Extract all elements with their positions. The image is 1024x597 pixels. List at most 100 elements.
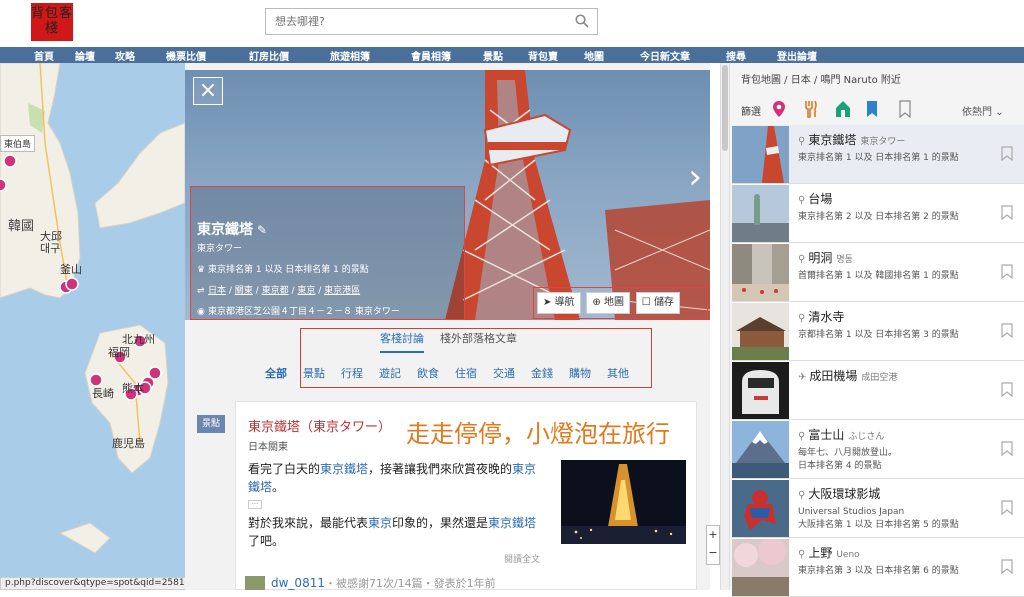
- bookmark-icon[interactable]: [1001, 264, 1013, 279]
- nav-spots[interactable]: 景點: [483, 48, 503, 63]
- nav-photos[interactable]: 旅遊相簿: [330, 48, 370, 63]
- nav-guides[interactable]: 攻略: [115, 48, 135, 63]
- airplane-icon: ✈: [798, 372, 807, 383]
- edit-icon[interactable]: ✎: [257, 223, 267, 237]
- bookmark-icon[interactable]: [1001, 146, 1013, 161]
- list-item[interactable]: ⚲ 東京鐵塔 東京タワー 東京排名第 1 以及 日本排名第 1 的景點: [732, 125, 1024, 184]
- list-item[interactable]: ⚲ 清水寺 京都排名第 1 以及 日本排名第 3 的景點: [732, 302, 1024, 361]
- tab-external-blogs[interactable]: 棧外部落格文章: [440, 330, 517, 346]
- author-name[interactable]: dw_0811: [271, 576, 325, 590]
- bookmark-icon[interactable]: [1001, 500, 1013, 515]
- list-item[interactable]: ⚲ 富士山 ふじさん 每年七、八月開放登山。 日本排名第 4 的景點: [732, 420, 1024, 479]
- saved-filter-icon[interactable]: [899, 100, 915, 119]
- chevron-down-icon: ⌄: [995, 107, 1004, 118]
- cat-money[interactable]: 金錢: [531, 365, 553, 381]
- top-header: 背包客棧: [0, 0, 1024, 47]
- location-pin-icon: ⚲: [798, 195, 806, 206]
- spot-thumbnail: [732, 539, 789, 596]
- nav-backpacker-sale[interactable]: 背包賣: [528, 48, 558, 63]
- post-card[interactable]: 東京鐵塔（東京タワー） 日本關東 走走停停，小燈泡在旅行 看完了白天的東京鐵塔，…: [235, 401, 697, 590]
- spot-path: ⇌ 日本 / 關東 / 東京都 / 東京 / 東京港區: [197, 286, 361, 296]
- food-filter-icon[interactable]: [804, 100, 820, 118]
- path-kanto[interactable]: 關東: [235, 286, 253, 296]
- bookmark-filter-icon[interactable]: [866, 100, 882, 118]
- spot-desc: 每年七、八月開放登山。 日本排名第 4 的景點: [798, 448, 898, 471]
- post-thumbnail[interactable]: [561, 460, 686, 544]
- spot-pin-filter-icon[interactable]: [772, 100, 788, 118]
- tab-discussion[interactable]: 客棧討論: [380, 330, 424, 346]
- main-nav: 首頁 論壇 攻略 機票比價 訂房比價 旅遊相簿 會員相簿 景點 背包賣 地圖 今…: [0, 47, 1024, 63]
- bookmark-icon[interactable]: [1001, 323, 1013, 338]
- path-japan[interactable]: 日本: [208, 286, 226, 296]
- nav-forum[interactable]: 論壇: [75, 48, 95, 63]
- spot-thumbnail: [732, 303, 789, 360]
- save-button[interactable]: ☐ 儲存: [635, 292, 680, 314]
- nav-logout[interactable]: 登出論壇: [777, 48, 817, 63]
- spot-list: ⚲ 東京鐵塔 東京タワー 東京排名第 1 以及 日本排名第 1 的景點 ⚲ 台場 東京…: [732, 125, 1024, 597]
- cat-other[interactable]: 其他: [607, 365, 629, 381]
- cat-transport[interactable]: 交通: [493, 365, 515, 381]
- list-item[interactable]: ✈ 成田機場 成田空港: [732, 361, 1024, 420]
- nav-home[interactable]: 首頁: [34, 48, 54, 63]
- bookmark-icon[interactable]: [1001, 205, 1013, 220]
- location-pin-icon: ◉: [197, 307, 205, 317]
- spot-subtitle: 東京タワー: [197, 244, 243, 254]
- cat-travelogue[interactable]: 遊記: [379, 365, 401, 381]
- spot-list-panel: 背包地圖 / 日本 / 鳴門 Naruto 附近 篩選 依熱門 ⌄ ⚲ 東京鐵塔東…: [720, 63, 1024, 597]
- bookmark-icon[interactable]: [1001, 382, 1013, 397]
- navigate-button[interactable]: ➤ 導航: [537, 292, 581, 314]
- sort-dropdown[interactable]: 依熱門 ⌄: [962, 103, 1004, 118]
- post-paragraph-2: 對於我來說，最能代表東京印象的，果然還是東京鐵塔了吧。: [248, 516, 537, 548]
- read-more-link[interactable]: 閱讀全文: [504, 552, 540, 565]
- cat-all[interactable]: 全部: [265, 365, 287, 381]
- expand-ellipsis[interactable]: ···: [248, 500, 262, 509]
- map-label-korea: 韓國: [8, 219, 35, 234]
- list-item[interactable]: ⚲ 台場 東京排名第 2 以及 日本排名第 2 的景點: [732, 184, 1024, 243]
- breadcrumb[interactable]: 背包地圖 / 日本 / 鳴門 Naruto 附近: [741, 71, 901, 86]
- spot-info-box: 東京鐵塔 ✎ 東京タワー ♛ 東京排名第 1 以及 日本排名第 1 的景點 ⇌ 日本 …: [190, 186, 465, 320]
- close-button[interactable]: ×: [193, 77, 223, 105]
- bookmark-icon[interactable]: [1001, 559, 1013, 574]
- scrollbar[interactable]: [721, 63, 730, 590]
- spot-name: ⚲ 上野 Ueno: [798, 546, 860, 560]
- nav-hotels[interactable]: 訂房比價: [249, 48, 289, 63]
- location-pin-icon: ⚲: [798, 431, 806, 442]
- lodging-filter-icon[interactable]: [835, 100, 851, 118]
- spot-desc: Universal Studios Japan 大阪排名第 1 以及 日本排名第…: [798, 507, 959, 530]
- spot-name: ⚲ 富士山 ふじさん: [798, 428, 885, 442]
- nav-search[interactable]: 搜尋: [726, 48, 746, 63]
- hero-photo: × › 東京鐵塔 ✎ 東京タワー ♛ 東京排名第 1 以及 日本排名第 1 的景點 …: [185, 70, 710, 320]
- path-minato[interactable]: 東京港區: [324, 286, 360, 296]
- cat-itinerary[interactable]: 行程: [341, 365, 363, 381]
- list-item[interactable]: ⚲ 明洞 명동 首爾排名第 1 以及 韓國排名第 1 的景點: [732, 243, 1024, 302]
- map-button[interactable]: ⊕ 地圖: [586, 292, 630, 314]
- map-label-busan: 釜山: [60, 263, 82, 276]
- cat-spots[interactable]: 景點: [303, 365, 325, 381]
- status-url: p.php?discover&qtype=spot&qid=2581: [0, 577, 190, 590]
- nav-new-posts[interactable]: 今日新文章: [640, 48, 690, 63]
- cat-lodging[interactable]: 住宿: [455, 365, 477, 381]
- map-popup-label[interactable]: 東伯島: [0, 135, 36, 152]
- cat-food[interactable]: 飲食: [417, 365, 439, 381]
- post-title[interactable]: 東京鐵塔（東京タワー）: [248, 416, 391, 435]
- path-tokyo-to[interactable]: 東京都: [262, 286, 289, 296]
- spot-name: ✈ 成田機場 成田空港: [798, 369, 898, 383]
- path-tokyo[interactable]: 東京: [297, 286, 315, 296]
- nav-map[interactable]: 地圖: [584, 48, 604, 63]
- next-photo-arrow[interactable]: ›: [688, 160, 702, 194]
- list-item[interactable]: ⚲ 大阪環球影城 Universal Studios Japan 大阪排名第 1 …: [732, 479, 1024, 538]
- map-label-kumamoto: 熊本: [122, 382, 144, 395]
- cat-shopping[interactable]: 購物: [569, 365, 591, 381]
- bookmark-icon[interactable]: [1001, 441, 1013, 456]
- list-item[interactable]: ⚲ 上野 Ueno 東京排名第 3 以及 日本排名第 6 的景點: [732, 538, 1024, 597]
- map-view[interactable]: 東伯島 韓國 大邱 대구 釜山 北九州 福岡 熊本 長崎 鹿児島: [0, 63, 185, 590]
- nav-flights[interactable]: 機票比價: [166, 48, 206, 63]
- map-zoom-control[interactable]: + −: [706, 525, 720, 565]
- search-input[interactable]: [266, 9, 556, 34]
- location-pin-icon: ⚲: [798, 136, 806, 147]
- search-icon[interactable]: [575, 14, 589, 31]
- nav-member-photos[interactable]: 會員相簿: [411, 48, 451, 63]
- avatar[interactable]: [245, 576, 265, 590]
- site-logo[interactable]: 背包客棧: [31, 3, 73, 41]
- map-label-nagasaki: 長崎: [92, 387, 114, 400]
